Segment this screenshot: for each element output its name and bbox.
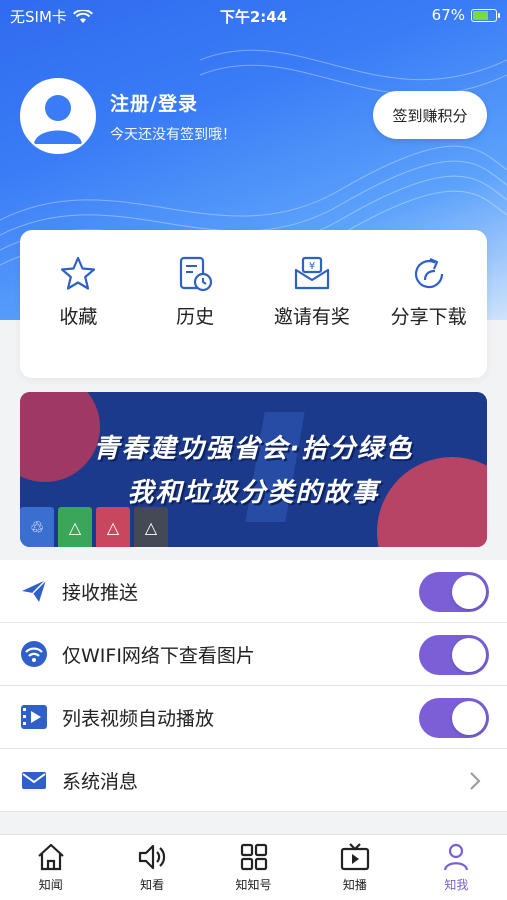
- recycle-bin: △: [96, 507, 130, 547]
- status-right: 67%: [431, 6, 500, 24]
- battery-percent: 67%: [431, 6, 465, 24]
- recycle-bin: ♲: [20, 507, 54, 547]
- setting-row-autoplay[interactable]: 列表视频自动播放: [0, 686, 507, 749]
- tab-label: 知闻: [38, 878, 63, 892]
- battery-icon: [471, 8, 500, 22]
- quick-action-history[interactable]: 历史: [140, 254, 250, 378]
- setting-label: 接收推送: [62, 581, 139, 604]
- setting-label: 列表视频自动播放: [62, 707, 215, 730]
- grid-icon: [240, 843, 267, 871]
- tab-label: 知知号: [235, 878, 272, 892]
- profile-text: 注册/登录 今天还没有签到哦！: [110, 89, 236, 144]
- toggle-knob: [452, 701, 486, 735]
- quick-action-label: 收藏: [59, 306, 98, 328]
- setting-row-wifi-images[interactable]: 仅WIFI网络下查看图片: [0, 623, 507, 686]
- profile-section: 注册/登录 今天还没有签到哦！: [20, 78, 236, 154]
- chevron-right-icon: [470, 772, 481, 790]
- tab-news[interactable]: 知闻: [0, 835, 101, 900]
- wifi-icon: [21, 641, 47, 667]
- setting-row-push[interactable]: 接收推送: [0, 560, 507, 623]
- checkin-hint: 今天还没有签到哦！: [110, 126, 236, 143]
- toggle-knob: [452, 575, 486, 609]
- quick-action-share[interactable]: 分享下载: [374, 254, 484, 378]
- quick-action-label: 邀请有奖: [273, 306, 350, 328]
- setting-row-system-messages[interactable]: 系统消息: [0, 749, 507, 812]
- gift-envelope-icon: ¥: [294, 256, 329, 290]
- tab-label: 知播: [342, 878, 367, 892]
- banner-headline: 青春建功强省会·拾分绿色: [93, 434, 414, 464]
- status-bar: 无SIM卡 下午2:44 67%: [0, 0, 507, 30]
- person-icon: [444, 843, 469, 871]
- tab-watch[interactable]: 知看: [101, 835, 202, 900]
- setting-label: 仅WIFI网络下查看图片: [62, 644, 255, 667]
- toggle-knob: [452, 638, 486, 672]
- default-avatar-icon: [34, 95, 82, 144]
- promo-banner[interactable]: 青春建功强省会·拾分绿色 我和垃圾分类的故事 ♲ △ △ △: [20, 392, 487, 547]
- bottom-tab-bar: 知闻 知看 知知号 知播 知我: [0, 834, 507, 900]
- home-icon: [37, 843, 64, 871]
- recycle-bins-illustration: ♲ △ △ △: [20, 507, 168, 547]
- star-icon: [61, 256, 96, 290]
- quick-action-favorites[interactable]: 收藏: [23, 254, 133, 378]
- video-play-icon: [21, 705, 47, 729]
- battery-fill: [473, 10, 488, 20]
- wifi-images-toggle[interactable]: [419, 635, 489, 675]
- quick-action-label: 分享下载: [390, 306, 467, 328]
- checkin-button[interactable]: 签到赚积分: [373, 91, 487, 139]
- mail-icon: [22, 772, 46, 789]
- share-icon: [414, 257, 443, 289]
- tab-label: 知看: [140, 878, 165, 892]
- tv-play-icon: [340, 843, 370, 871]
- avatar[interactable]: [20, 78, 96, 154]
- recycle-bin: △: [58, 507, 92, 547]
- tab-label: 知我: [444, 878, 469, 892]
- banner-subheadline: 我和垃圾分类的故事: [127, 478, 380, 508]
- quick-actions-card: 收藏 历史 ¥ 邀请有奖 分享下载: [20, 230, 487, 378]
- quick-action-label: 历史: [176, 306, 215, 328]
- register-login-link[interactable]: 注册/登录: [110, 89, 236, 116]
- quick-action-invite[interactable]: ¥ 邀请有奖: [257, 254, 367, 378]
- tab-broadcast[interactable]: 知播: [304, 835, 405, 900]
- svg-text:¥: ¥: [309, 261, 315, 272]
- autoplay-toggle[interactable]: [419, 698, 489, 738]
- push-toggle[interactable]: [419, 572, 489, 612]
- history-icon: [180, 256, 213, 292]
- setting-label: 系统消息: [62, 770, 139, 793]
- recycle-bin: △: [134, 507, 168, 547]
- paper-plane-icon: [22, 579, 47, 602]
- tab-me[interactable]: 知我: [406, 835, 507, 900]
- settings-list: 接收推送 仅WIFI网络下查看图片 列表视频自动播放 系统消息: [0, 560, 507, 812]
- tab-accounts[interactable]: 知知号: [203, 835, 304, 900]
- speaker-icon: [139, 844, 166, 870]
